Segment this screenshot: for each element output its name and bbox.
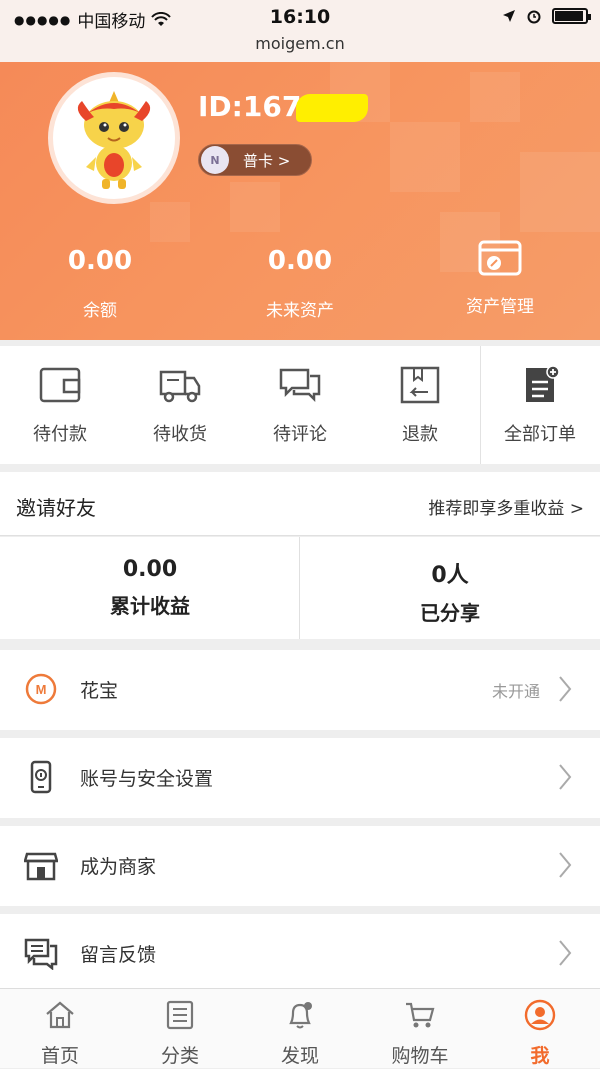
battery-icon (552, 8, 591, 24)
menu-feedback-label: 留言反馈 (80, 944, 157, 966)
id-redaction-mark (296, 94, 368, 122)
tab-category[interactable]: 分类 (120, 989, 240, 1069)
balance-value: 0.00 (67, 246, 133, 276)
total-earnings-label: 累计收益 (110, 594, 190, 618)
future-assets-label: 未来资产 (266, 301, 334, 321)
tab-me[interactable]: 我 (480, 989, 600, 1069)
status-bar: ●●●●● 中国移动 16:10 moigem.cn (0, 0, 600, 62)
invite-title: 邀请好友 (16, 496, 96, 520)
order-pending-review-label: 待评论 (273, 424, 327, 445)
status-right (502, 8, 591, 24)
member-card-button[interactable]: N 普卡 > (198, 144, 312, 176)
shared-count-label: 已分享 (420, 601, 480, 625)
tab-discover-label: 发现 (280, 1045, 319, 1067)
order-all[interactable]: 全部订单 (480, 346, 600, 464)
invite-link[interactable]: 推荐即享多重收益 > (428, 494, 584, 519)
order-all-label: 全部订单 (504, 424, 576, 445)
bottom-tab-bar: 首页 分类 发现 购物车 我 (0, 988, 600, 1068)
total-earnings-value: 0.00 (122, 557, 178, 582)
shop-icon (24, 852, 58, 881)
svg-text:M: M (36, 682, 47, 697)
tab-category-label: 分类 (160, 1045, 199, 1067)
tab-home-label: 首页 (40, 1045, 79, 1067)
future-assets-stat[interactable]: 0.00 未来资产 (200, 246, 400, 321)
alarm-icon (527, 10, 541, 24)
feedback-icon (24, 938, 58, 970)
menu-account-security[interactable]: 账号与安全设置 (0, 738, 600, 818)
asset-management-label: 资产管理 (466, 297, 534, 317)
asset-management[interactable]: 资产管理 (400, 240, 600, 317)
menu-become-merchant-label: 成为商家 (80, 856, 157, 878)
menu-huabao-status: 未开通 (491, 682, 540, 701)
total-earnings[interactable]: 0.00 累计收益 (0, 537, 300, 639)
balance-label: 余额 (83, 301, 117, 321)
home-icon (46, 1001, 74, 1029)
order-pending-receipt-label: 待收货 (153, 424, 207, 445)
card-badge-icon: N (201, 146, 229, 174)
user-icon (524, 999, 556, 1031)
refund-box-icon (400, 366, 440, 404)
menu-account-security-label: 账号与安全设置 (80, 768, 214, 790)
chat-icon (279, 368, 321, 403)
order-refund[interactable]: 退款 (360, 346, 480, 464)
balance-stat[interactable]: 0.00 余额 (0, 246, 200, 321)
wallet-icon (39, 367, 81, 403)
tab-cart-label: 购物车 (391, 1045, 449, 1067)
order-pending-payment-label: 待付款 (33, 424, 87, 445)
order-pending-review[interactable]: 待评论 (240, 346, 360, 464)
order-pending-receipt[interactable]: 待收货 (120, 346, 240, 464)
tab-me-label: 我 (530, 1045, 550, 1067)
location-icon (503, 10, 515, 22)
menu-become-merchant[interactable]: 成为商家 (0, 826, 600, 906)
phone-security-icon (30, 760, 52, 794)
tab-cart[interactable]: 购物车 (360, 989, 480, 1069)
tab-discover[interactable]: 发现 (240, 989, 360, 1069)
chevron-right-icon (559, 940, 572, 966)
truck-icon (159, 370, 201, 403)
bell-icon (289, 1002, 312, 1029)
url-bar[interactable]: moigem.cn (0, 34, 600, 53)
mascot-avatar-icon (77, 91, 151, 189)
all-orders-icon (526, 366, 560, 402)
cart-icon (406, 1002, 435, 1028)
member-card-label: 普卡 > (243, 151, 291, 170)
menu-huabao[interactable]: M 花宝 未开通 (0, 650, 600, 730)
profile-header: ID:1678 N 普卡 > 0.00 余额 0.00 未来资产 资产管理 (0, 62, 600, 340)
menu-huabao-label: 花宝 (80, 680, 119, 702)
future-assets-value: 0.00 (267, 246, 333, 276)
chevron-right-icon (559, 676, 572, 702)
chevron-right-icon (559, 852, 572, 878)
shared-count[interactable]: 0人 已分享 (300, 537, 600, 639)
tab-home[interactable]: 首页 (0, 989, 120, 1069)
menu-feedback[interactable]: 留言反馈 (0, 914, 600, 994)
huabao-logo-icon: M (25, 673, 57, 705)
order-shortcuts: 待付款 待收货 待评论 退款 全部订单 (0, 346, 600, 464)
shared-count-value: 0人 (431, 563, 469, 588)
avatar[interactable] (48, 72, 180, 204)
asset-management-icon (400, 236, 600, 276)
invite-stats: 0.00 累计收益 0人 已分享 (0, 537, 600, 639)
invite-friends-row[interactable]: 邀请好友 推荐即享多重收益 > (0, 472, 600, 536)
order-refund-label: 退款 (402, 424, 438, 445)
list-icon (166, 1000, 194, 1030)
chevron-right-icon (559, 764, 572, 790)
order-pending-payment[interactable]: 待付款 (0, 346, 120, 464)
